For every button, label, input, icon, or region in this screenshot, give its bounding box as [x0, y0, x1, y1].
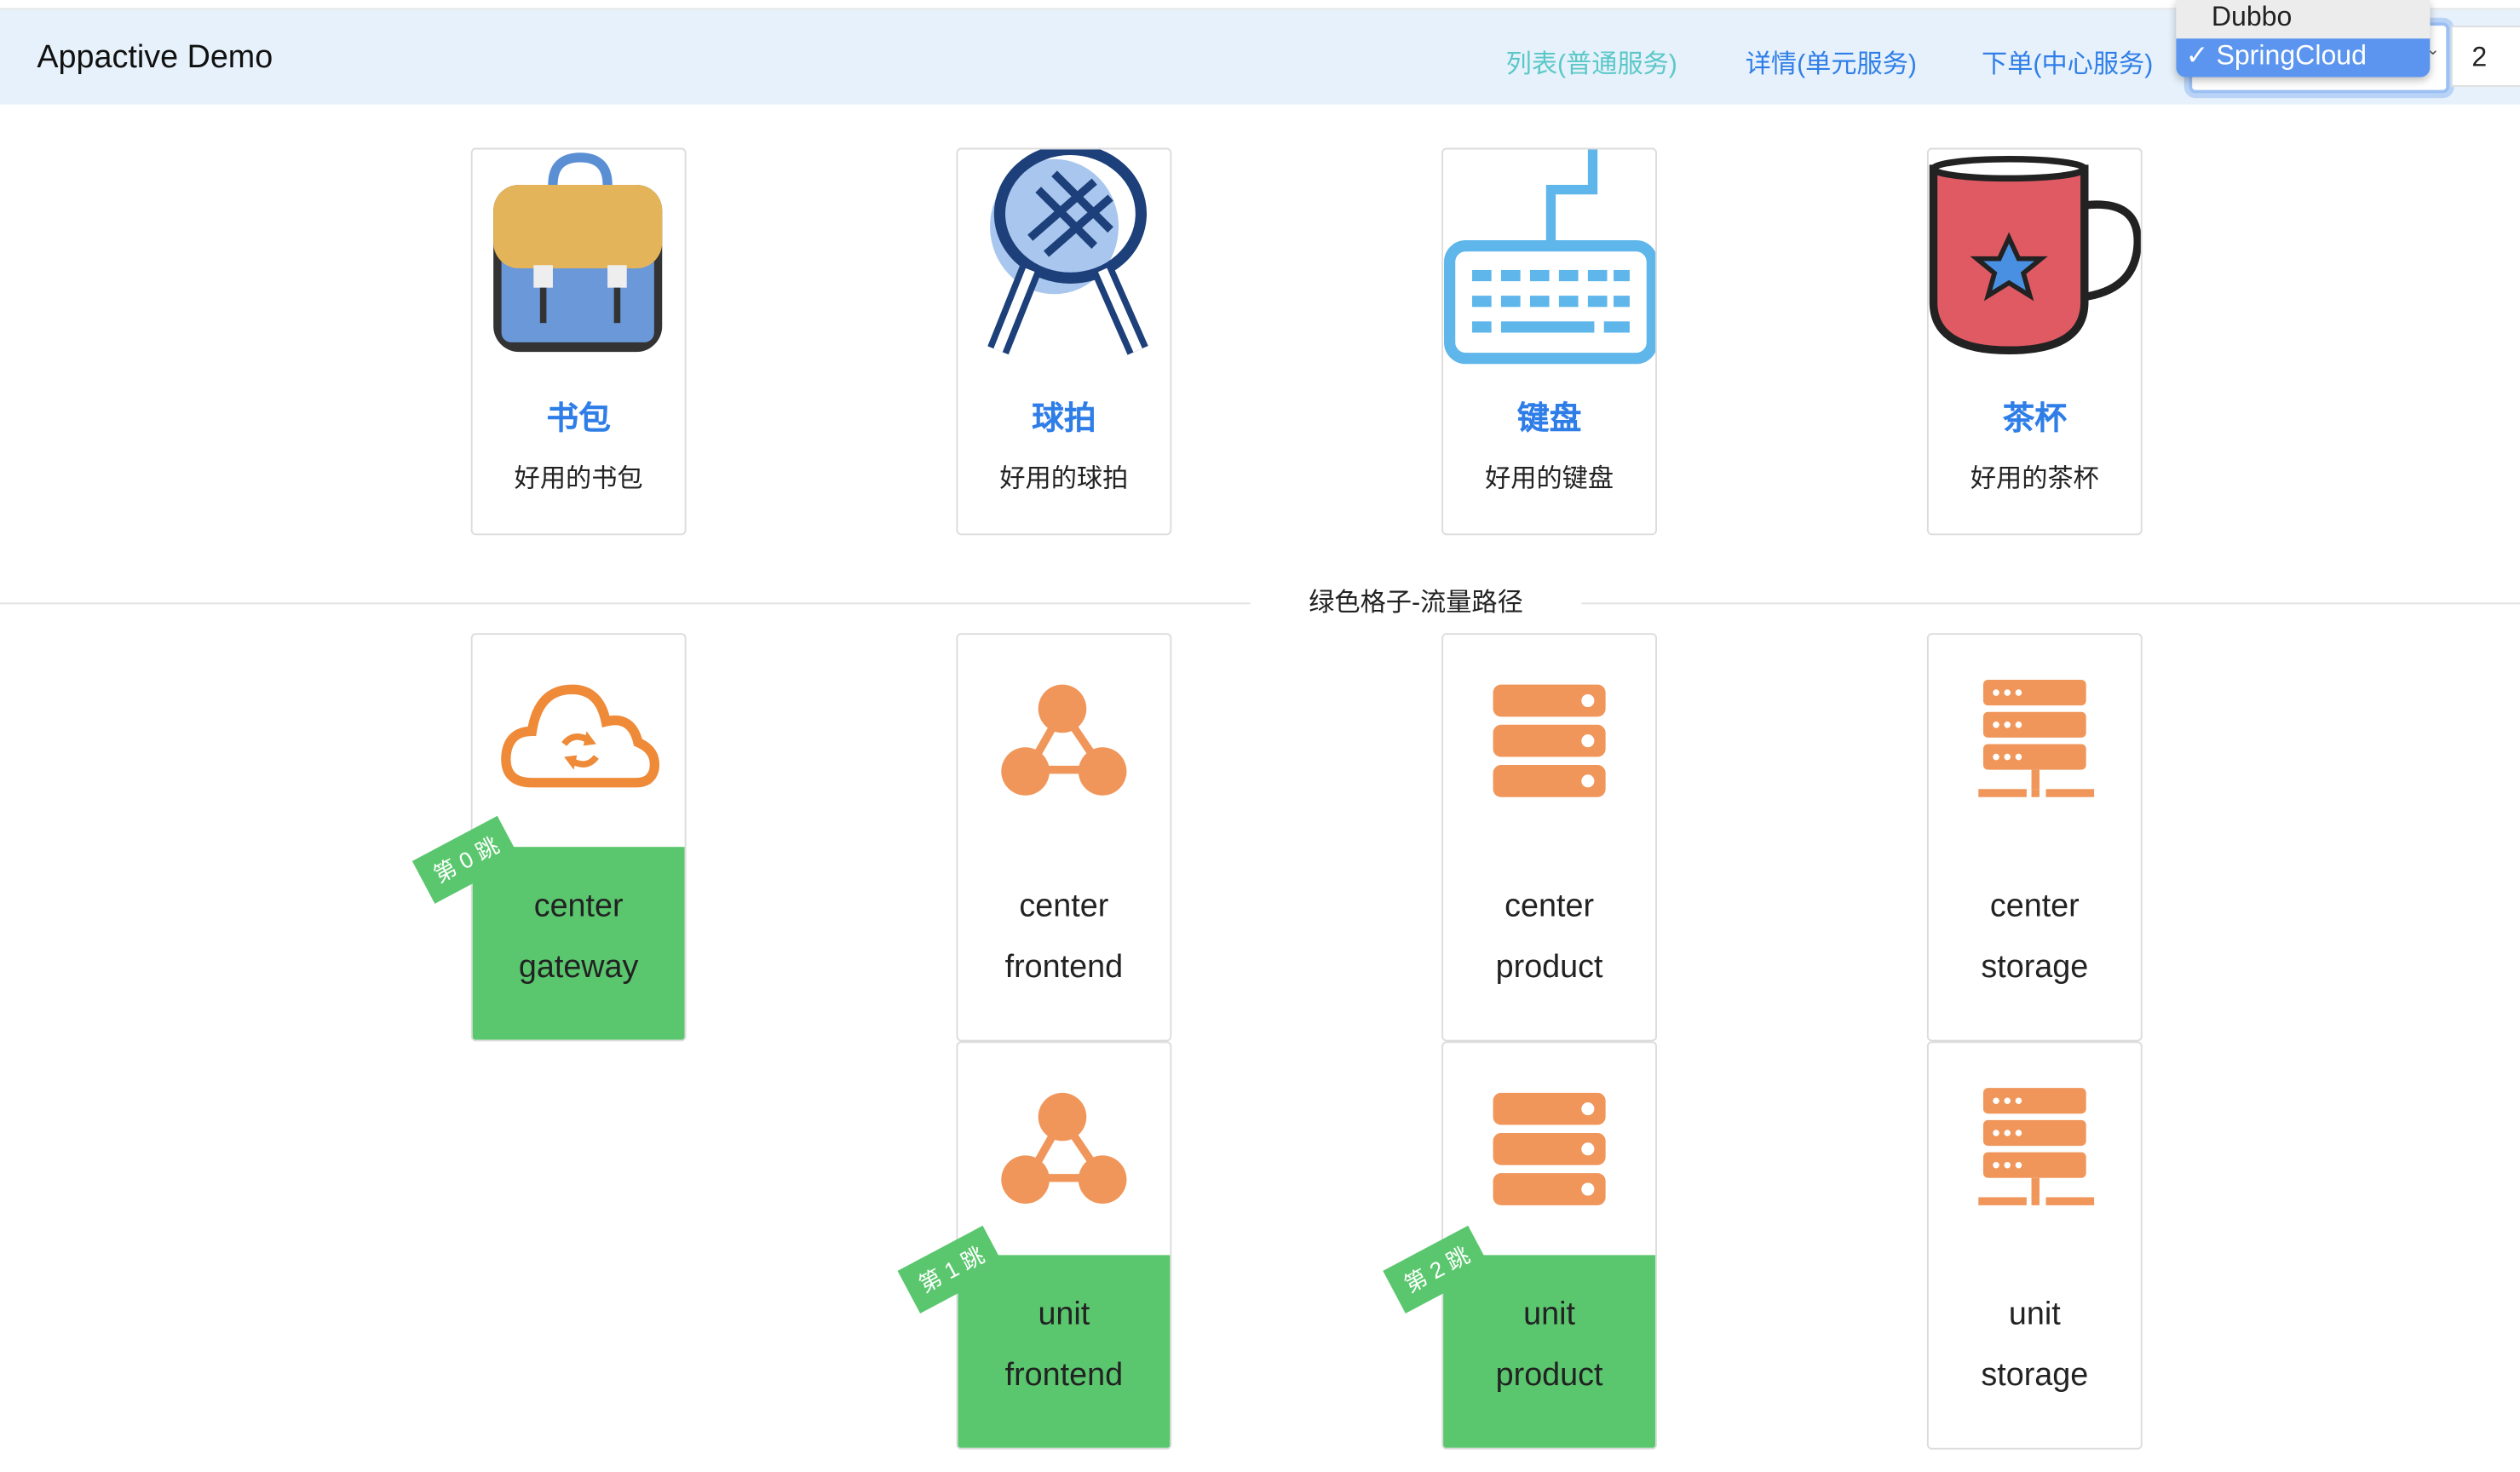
service-name: center frontend — [958, 876, 1170, 998]
service-card-center-storage[interactable]: center storage — [1926, 633, 2143, 1042]
server-icon — [1493, 1092, 1606, 1205]
service-line1: unit — [2008, 1297, 2061, 1332]
storage-icon — [1978, 679, 2095, 797]
keyboard-icon — [1444, 149, 1656, 365]
service-line1: center — [1019, 888, 1109, 924]
service-line2: frontend — [1004, 949, 1124, 986]
service-card-unit-storage[interactable]: unit storage — [1926, 1041, 2143, 1450]
product-title[interactable]: 球拍 — [958, 400, 1170, 439]
network-icon — [1001, 684, 1127, 796]
check-icon: ✓ — [2185, 40, 2209, 72]
product-desc: 好用的键盘 — [1485, 466, 1614, 494]
service-name: unit product — [1443, 1284, 1655, 1406]
service-card-center-frontend[interactable]: center frontend — [956, 633, 1172, 1042]
racket-icon — [987, 149, 1148, 355]
nav-detail[interactable]: 详情(单元服务) — [1746, 42, 1917, 80]
service-name: center gateway — [473, 876, 685, 998]
product-title[interactable]: 茶杯 — [1929, 400, 2141, 439]
product-title[interactable]: 书包 — [473, 400, 685, 439]
mug-icon — [1929, 155, 2141, 354]
cloud-sync-icon — [501, 684, 659, 788]
storage-icon — [1978, 1088, 2095, 1205]
option-label: SpringCloud — [2216, 40, 2367, 72]
option-springcloud[interactable]: ✓ SpringCloud — [2176, 38, 2431, 78]
nav-order[interactable]: 下单(中心服务) — [1982, 42, 2153, 80]
service-line1: center — [533, 888, 624, 924]
app-title: Appactive Demo — [37, 40, 273, 76]
service-line2: storage — [1981, 1358, 2089, 1394]
product-desc: 好用的球拍 — [999, 466, 1129, 494]
service-line2: storage — [1981, 949, 2089, 986]
backpack-icon — [493, 152, 663, 353]
service-line2: frontend — [1004, 1358, 1124, 1394]
framework-dropdown: Dubbo ✓ SpringCloud — [2176, 0, 2431, 78]
top-bar — [0, 0, 2520, 10]
product-desc: 好用的茶杯 — [1970, 466, 2099, 494]
server-icon — [1493, 684, 1606, 797]
service-name: center storage — [1929, 876, 2141, 998]
service-name: unit frontend — [958, 1284, 1170, 1406]
product-title[interactable]: 键盘 — [1443, 400, 1655, 439]
service-card-center-product[interactable]: center product — [1441, 633, 1657, 1042]
product-desc: 好用的书包 — [514, 466, 643, 494]
nav-list[interactable]: 列表(普通服务) — [1506, 42, 1677, 80]
option-dubbo[interactable]: Dubbo — [2176, 0, 2430, 38]
service-line1: center — [1505, 888, 1595, 924]
service-line1: unit — [1523, 1297, 1576, 1332]
service-line2: product — [1495, 949, 1603, 986]
section-label: 绿色格子-流量路径 — [1309, 589, 1523, 618]
product-card[interactable]: 书包 好用的书包 — [470, 147, 687, 536]
network-icon — [1001, 1092, 1127, 1204]
product-card[interactable]: 球拍 好用的球拍 — [956, 147, 1172, 536]
service-name: center product — [1443, 876, 1655, 998]
product-card[interactable]: 键盘 好用的键盘 — [1441, 147, 1657, 536]
service-line2: gateway — [518, 949, 639, 986]
service-line2: product — [1495, 1358, 1603, 1394]
divider-line — [0, 602, 1251, 605]
service-line1: unit — [1038, 1297, 1090, 1332]
service-line1: center — [1989, 888, 2080, 924]
header: Appactive Demo 列表(普通服务) 详情(单元服务) 下单(中心服务… — [0, 9, 2520, 105]
product-card[interactable]: 茶杯 好用的茶杯 — [1926, 147, 2143, 536]
divider-line — [1581, 602, 2520, 605]
service-name: unit storage — [1929, 1284, 2141, 1406]
number-input[interactable]: 2 — [2450, 26, 2520, 87]
